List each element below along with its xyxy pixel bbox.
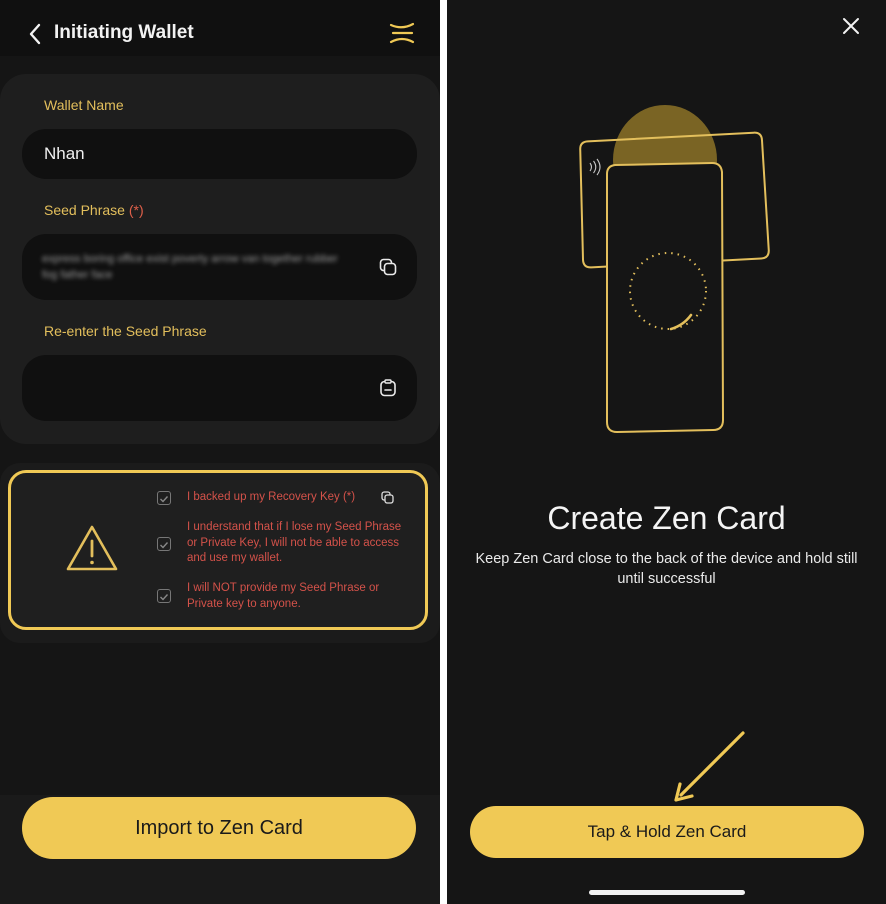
checklist-item-text: I backed up my Recovery Key (*): [187, 491, 356, 503]
import-to-zen-card-button[interactable]: Import to Zen Card: [22, 797, 416, 859]
checkbox-understand-loss[interactable]: [157, 537, 171, 551]
home-indicator: [589, 890, 745, 895]
checkbox-recovery-key[interactable]: [157, 491, 171, 505]
page-title: Initiating Wallet: [54, 22, 194, 43]
paste-icon[interactable]: [379, 379, 397, 397]
checklist-item-text: I understand that if I lose my Seed Phra…: [187, 521, 402, 564]
reenter-seed-field[interactable]: [22, 355, 417, 421]
page-title: Create Zen Card: [547, 500, 786, 536]
check-icon: [160, 542, 169, 549]
backup-checklist: I backed up my Recovery Key (*) I unders…: [8, 470, 428, 630]
check-icon: [160, 496, 169, 503]
required-marker: (*): [128, 202, 144, 218]
checkbox-no-share[interactable]: [157, 589, 171, 603]
wallet-name-field[interactable]: Nhan: [22, 129, 417, 179]
check-icon: [160, 594, 169, 601]
instruction-text: Keep Zen Card close to the back of the d…: [475, 551, 858, 587]
reenter-seed-label: Re-enter the Seed Phrase: [44, 323, 207, 339]
initiating-wallet-screen: Initiating Wallet Wallet Name Nhan Seed …: [0, 0, 440, 904]
warning-icon: [66, 525, 118, 571]
nfc-icon: [589, 158, 601, 176]
seed-phrase-value: express boring office exist poverty arro…: [42, 253, 338, 281]
chevron-left-icon[interactable]: [28, 22, 42, 46]
checklist-item-text: I will NOT provide my Seed Phrase or Pri…: [187, 582, 380, 610]
header: Initiating Wallet: [0, 0, 440, 56]
create-zen-card-screen: Create Zen Card Keep Zen Card close to t…: [447, 0, 886, 904]
seed-phrase-field[interactable]: express boring office exist poverty arro…: [22, 234, 417, 300]
wallet-name-value: Nhan: [44, 144, 85, 163]
seed-phrase-label: Seed Phrase (*): [44, 202, 144, 218]
copy-icon[interactable]: [379, 258, 397, 276]
tap-hold-zen-card-button[interactable]: Tap & Hold Zen Card: [470, 806, 864, 858]
wallet-name-label: Wallet Name: [44, 97, 124, 113]
zen-logo-icon: [389, 22, 415, 44]
card-tap-illustration: [579, 105, 770, 434]
copy-icon[interactable]: [381, 491, 394, 504]
